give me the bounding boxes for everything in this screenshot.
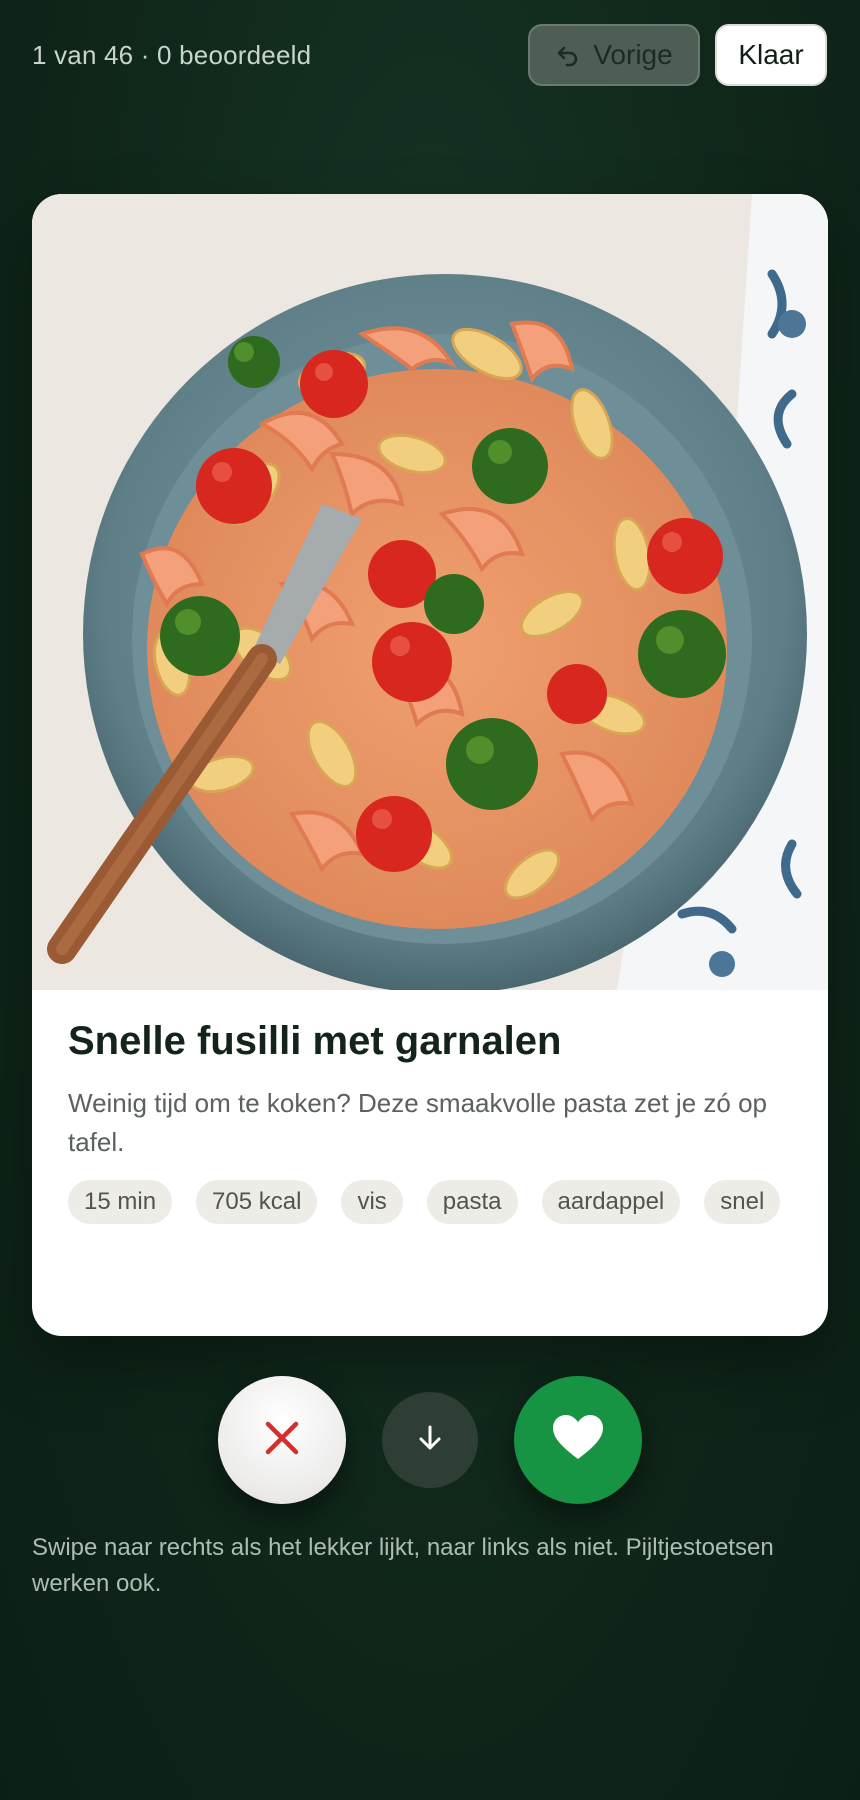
close-icon bbox=[262, 1418, 302, 1463]
tag-pasta: pasta bbox=[426, 1180, 518, 1224]
tag-quick: snel bbox=[704, 1180, 781, 1224]
tag-potato: aardappel bbox=[541, 1180, 681, 1224]
tag-time: 15 min bbox=[68, 1180, 173, 1224]
recipe-card[interactable]: Snelle fusilli met garnalen Weinig tijd … bbox=[32, 194, 828, 1336]
progress-counter: 1 van 46 · 0 beoordeeld bbox=[32, 40, 312, 70]
skip-button[interactable] bbox=[382, 1392, 478, 1488]
done-button[interactable]: Klaar bbox=[715, 24, 827, 86]
action-bar bbox=[0, 1376, 860, 1504]
tag-calories: 705 kcal bbox=[196, 1180, 318, 1224]
recipe-photo bbox=[32, 194, 828, 990]
top-bar: 1 van 46 · 0 beoordeeld Vorige Klaar bbox=[0, 0, 860, 110]
recipe-title: Snelle fusilli met garnalen bbox=[68, 1019, 562, 1063]
previous-button[interactable]: Vorige bbox=[528, 24, 700, 86]
recipe-details: Snelle fusilli met garnalen Weinig tijd … bbox=[68, 1016, 792, 1224]
dislike-button[interactable] bbox=[218, 1376, 346, 1504]
swipe-hint: Swipe naar rechts als het lekker lijkt, … bbox=[32, 1534, 774, 1597]
undo-icon bbox=[555, 42, 581, 68]
tag-fish: vis bbox=[341, 1180, 403, 1224]
arrow-down-icon bbox=[414, 1422, 446, 1459]
recipe-description: Weinig tijd om te koken? Deze smaakvolle… bbox=[68, 1088, 767, 1157]
previous-button-label: Vorige bbox=[593, 39, 673, 70]
like-button[interactable] bbox=[514, 1376, 642, 1504]
heart-icon bbox=[552, 1414, 604, 1467]
recipe-tags: 15 min 705 kcal vis pasta aardappel snel bbox=[68, 1180, 792, 1224]
